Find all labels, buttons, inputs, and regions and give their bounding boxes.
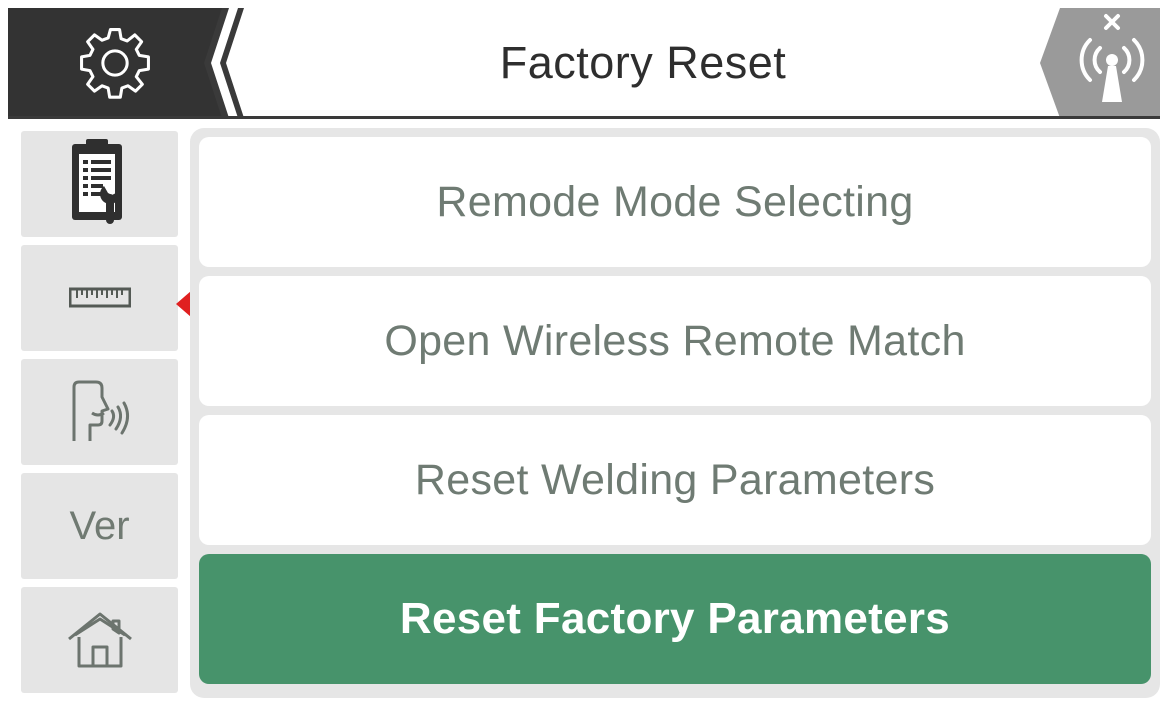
header-bar: Factory Reset — [8, 8, 1160, 119]
back-button[interactable] — [204, 8, 248, 118]
sidebar-item-parameters[interactable] — [21, 131, 178, 237]
gear-icon — [80, 28, 150, 99]
sidebar-item-ruler[interactable] — [21, 245, 178, 351]
device-screen: Factory Reset Ver Remode Mode Selecting … — [8, 8, 1160, 702]
ruler-icon — [68, 287, 131, 308]
sidebar-item-voice[interactable] — [21, 359, 178, 465]
sidebar-item-home[interactable] — [21, 587, 178, 693]
header-divider — [8, 116, 1160, 119]
menu-item-remote-mode[interactable]: Remode Mode Selecting — [199, 137, 1151, 267]
selection-pointer — [176, 291, 191, 317]
version-label: Ver — [69, 503, 130, 548]
menu-panel: Remode Mode Selecting Open Wireless Remo… — [190, 128, 1160, 698]
wireless-antenna-disconnected-icon — [1040, 8, 1160, 118]
page-title: Factory Reset — [499, 37, 787, 88]
wireless-status-button[interactable] — [1032, 8, 1160, 118]
menu-item-reset-factory[interactable]: Reset Factory Parameters — [199, 554, 1151, 684]
sidebar: Ver — [8, 128, 191, 702]
menu-item-wireless-match[interactable]: Open Wireless Remote Match — [199, 276, 1151, 406]
menu-item-reset-welding[interactable]: Reset Welding Parameters — [199, 415, 1151, 545]
home-icon — [67, 612, 132, 668]
sidebar-item-version[interactable]: Ver — [21, 473, 178, 579]
chevron-left-icon — [204, 8, 244, 118]
voice-speech-icon — [72, 380, 129, 441]
clipboard-wrench-icon — [71, 139, 122, 224]
settings-button[interactable] — [8, 8, 222, 118]
